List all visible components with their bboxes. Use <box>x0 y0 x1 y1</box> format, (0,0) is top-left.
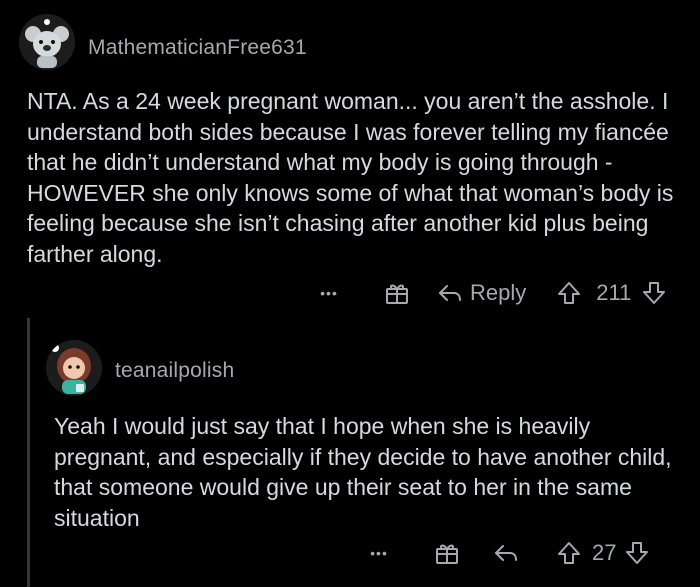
upvote-arrow-icon[interactable] <box>556 541 582 565</box>
comment: teanailpolish Yeah I would just say that… <box>0 318 700 587</box>
downvote-arrow-icon[interactable] <box>624 541 650 565</box>
koala-avatar-icon[interactable] <box>19 14 75 70</box>
gift-icon[interactable] <box>432 540 462 566</box>
reply-arrow-icon[interactable] <box>436 282 464 304</box>
vote-count: 27 <box>592 540 617 565</box>
comment-actions: ••• Reply 211 <box>314 276 667 310</box>
comment-actions: ••• 27 <box>364 536 650 570</box>
reply-button[interactable]: Reply <box>470 280 526 306</box>
downvote-arrow-icon[interactable] <box>641 281 667 305</box>
more-options-icon[interactable]: ••• <box>314 285 344 301</box>
girl-avatar-icon[interactable] <box>46 340 102 396</box>
reply-arrow-icon[interactable] <box>492 542 520 564</box>
comment-body: Yeah I would just say that I hope when s… <box>54 413 672 531</box>
username[interactable]: teanailpolish <box>115 359 234 383</box>
gift-icon[interactable] <box>382 280 412 306</box>
more-options-icon[interactable]: ••• <box>364 545 394 561</box>
comment: MathematicianFree631 NTA. As a 24 week p… <box>0 0 700 318</box>
vote-count: 211 <box>596 280 632 305</box>
username[interactable]: MathematicianFree631 <box>88 36 307 60</box>
upvote-arrow-icon[interactable] <box>556 281 582 305</box>
comment-body: NTA. As a 24 week pregnant woman... you … <box>27 88 674 267</box>
